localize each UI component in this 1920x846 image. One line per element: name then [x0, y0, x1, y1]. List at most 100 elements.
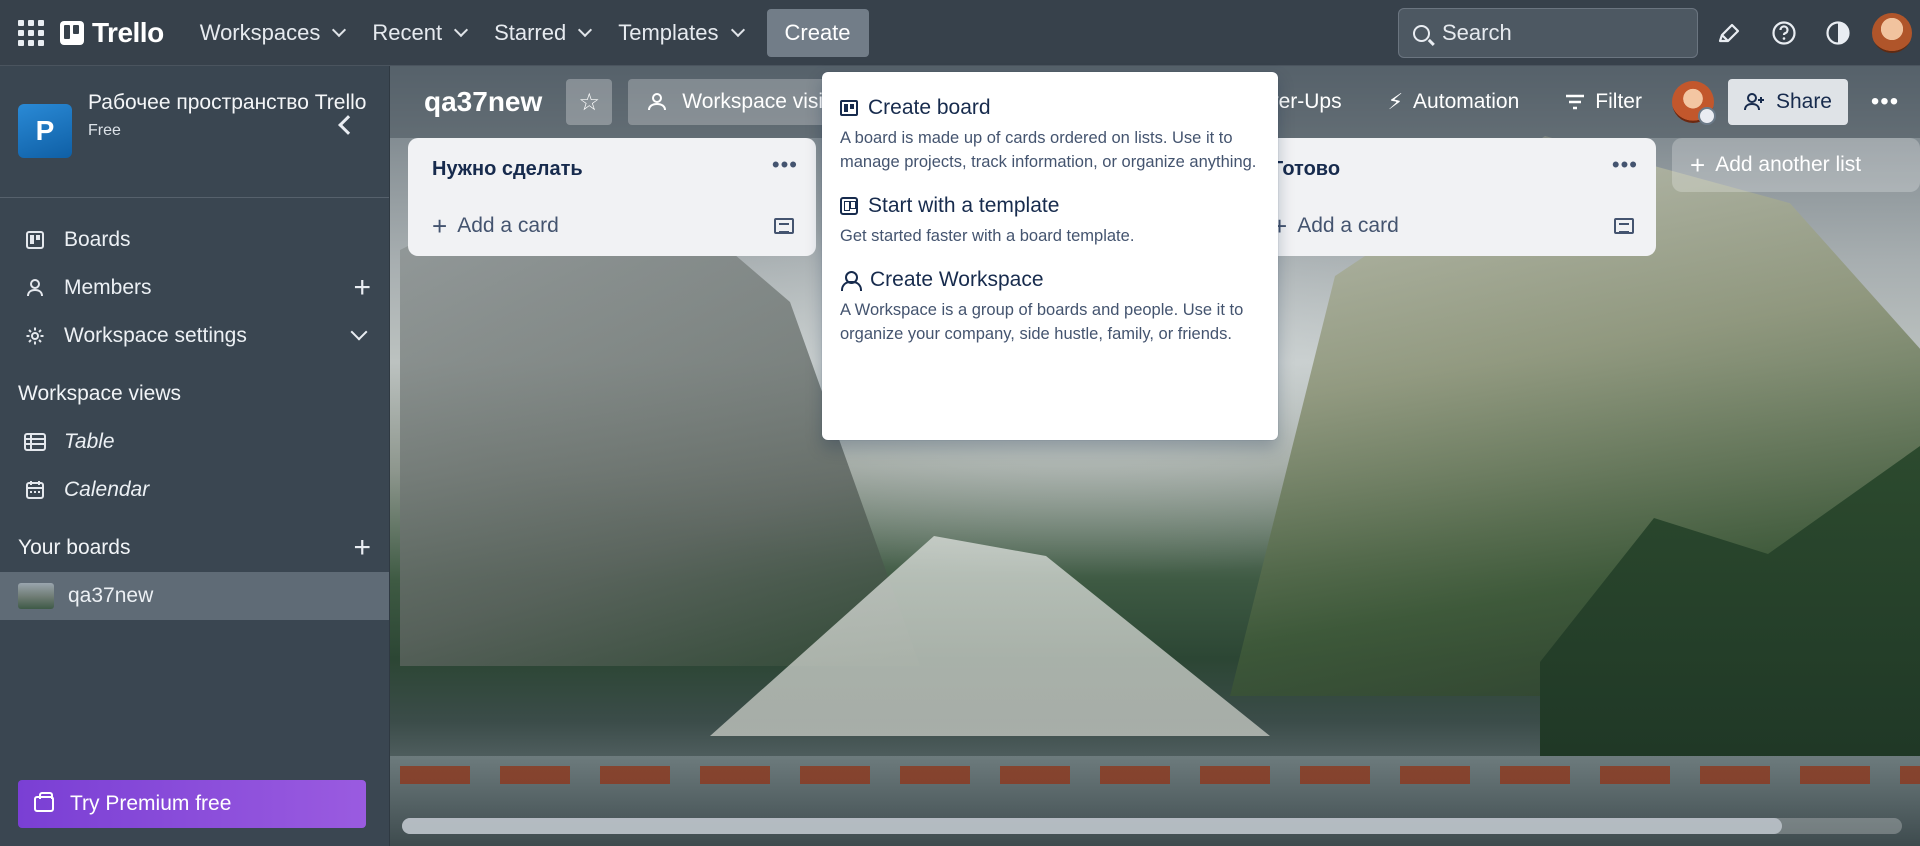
calendar-icon [24, 479, 46, 501]
list-title[interactable]: Готово [1264, 158, 1640, 181]
templates-menu[interactable]: Templates [604, 9, 756, 57]
horizontal-scrollbar[interactable] [402, 818, 1902, 834]
chevron-down-icon [453, 22, 469, 37]
ellipsis-icon: ••• [1870, 88, 1900, 115]
sidebar-board-qa37new[interactable]: qa37new [0, 572, 389, 620]
workspace-sidebar: P Рабочее пространство Trello Free Board… [0, 66, 390, 846]
try-premium-button[interactable]: Try Premium free [18, 780, 366, 828]
create-board-title: Create board [868, 96, 991, 119]
chevron-down-icon [578, 22, 593, 37]
lightning-icon: ⚡ [1387, 89, 1404, 114]
plus-icon: + [1690, 150, 1706, 180]
workspace-plan: Free [88, 122, 121, 139]
start-with-template-option[interactable]: Start with a template Get started faster… [836, 184, 1264, 258]
share-button[interactable]: Share [1727, 79, 1848, 125]
template-title: Start with a template [868, 194, 1060, 217]
board-thumbnail [18, 583, 54, 609]
gear-icon [24, 325, 46, 347]
sidebar-item-label: Boards [64, 228, 131, 251]
add-card-label: Add a card [1297, 214, 1399, 237]
starred-menu[interactable]: Starred [480, 9, 604, 57]
search-icon [1413, 24, 1430, 42]
add-list-label: Add another list [1715, 153, 1862, 176]
people-icon [648, 93, 667, 111]
person-icon [24, 277, 46, 299]
help-icon[interactable] [1764, 13, 1804, 53]
automation-label: Automation [1413, 90, 1520, 113]
plus-icon: + [432, 211, 448, 241]
top-navigation-bar: Trello Workspaces Recent Starred Templat… [0, 0, 1920, 66]
star-board-button[interactable]: ☆ [566, 79, 613, 125]
trello-logo-text: Trello [92, 16, 164, 48]
app-switcher-icon[interactable] [18, 19, 44, 46]
create-button[interactable]: Create [766, 8, 869, 57]
sidebar-item-table[interactable]: Table [0, 418, 389, 466]
list-column[interactable]: Готово ••• + Add a card [1248, 138, 1656, 256]
board-icon [840, 100, 858, 116]
workspace-views-heading: Workspace views [18, 382, 181, 405]
workspaces-menu[interactable]: Workspaces [186, 9, 359, 57]
add-board-icon[interactable]: + [353, 533, 371, 563]
list-title[interactable]: Нужно сделать [424, 158, 800, 181]
board-member-avatar[interactable] [1671, 81, 1716, 125]
card-template-icon[interactable] [774, 218, 794, 234]
board-title[interactable]: qa37new [424, 86, 542, 118]
search-input[interactable] [1442, 20, 1672, 46]
briefcase-icon [34, 792, 54, 812]
create-workspace-option[interactable]: Create Workspace A Workspace is a group … [836, 258, 1264, 356]
add-member-icon[interactable]: + [353, 273, 371, 303]
sidebar-item-label: Workspace settings [64, 324, 247, 347]
add-card-button[interactable]: + Add a card [424, 206, 567, 246]
sidebar-item-members[interactable]: Members + [0, 264, 389, 312]
board-header-actions: Power-Ups ⚡ Automation Filter Share ••• [1234, 66, 1920, 138]
people-icon [840, 271, 862, 291]
more-options-button[interactable]: ••• [1862, 79, 1908, 125]
recent-menu-label: Recent [372, 19, 443, 45]
create-board-description: A board is made up of cards ordered on l… [840, 129, 1257, 171]
trello-logo-icon [60, 20, 84, 45]
chevron-down-icon [332, 22, 347, 37]
list-column[interactable]: Нужно сделать ••• + Add a card [408, 138, 816, 256]
starred-menu-label: Starred [494, 19, 567, 45]
sidebar-item-workspace-settings[interactable]: Workspace settings [0, 312, 389, 360]
automation-button[interactable]: ⚡ Automation [1372, 79, 1536, 125]
filter-icon [1566, 94, 1585, 110]
add-list-button[interactable]: + Add another list [1672, 138, 1920, 192]
recent-menu[interactable]: Recent [358, 9, 480, 57]
sidebar-item-calendar[interactable]: Calendar [0, 466, 389, 514]
chevron-down-icon [730, 22, 745, 37]
workspaces-menu-label: Workspaces [199, 19, 321, 45]
workspace-badge: P [18, 104, 72, 158]
chevron-down-icon[interactable] [350, 323, 368, 341]
top-right-actions [1710, 13, 1912, 53]
template-description: Get started faster with a board template… [840, 227, 1135, 245]
list-menu-icon[interactable]: ••• [772, 152, 798, 178]
sidebar-board-label: qa37new [68, 584, 154, 607]
sidebar-item-label: Table [64, 430, 115, 453]
sidebar-item-label: Calendar [64, 478, 150, 501]
sidebar-nav: Boards Members + Workspace settings Work… [0, 198, 389, 620]
sidebar-item-boards[interactable]: Boards [0, 216, 389, 264]
trello-logo[interactable]: Trello [60, 17, 164, 49]
templates-menu-label: Templates [618, 19, 719, 45]
create-workspace-description: A Workspace is a group of boards and peo… [840, 301, 1244, 343]
create-board-option[interactable]: Create board A board is made up of cards… [836, 86, 1264, 184]
scrollbar-thumb[interactable] [402, 818, 1782, 834]
add-card-button[interactable]: + Add a card [1264, 206, 1407, 246]
board-icon [24, 229, 46, 251]
add-card-label: Add a card [457, 214, 559, 237]
user-avatar[interactable] [1872, 13, 1912, 53]
filter-button[interactable]: Filter [1549, 79, 1658, 125]
create-workspace-title: Create Workspace [870, 268, 1044, 291]
theme-toggle-icon[interactable] [1818, 13, 1858, 53]
your-boards-heading: Your boards + [0, 524, 389, 572]
card-template-icon[interactable] [1614, 218, 1634, 234]
megaphone-icon[interactable] [1710, 13, 1750, 53]
star-icon: ☆ [578, 88, 601, 116]
share-label: Share [1775, 90, 1832, 113]
table-icon [24, 431, 46, 453]
search-box[interactable] [1398, 8, 1698, 58]
workspace-name: Рабочее пространство Trello [88, 91, 367, 114]
list-menu-icon[interactable]: ••• [1612, 152, 1638, 178]
background-boats [400, 766, 1920, 784]
